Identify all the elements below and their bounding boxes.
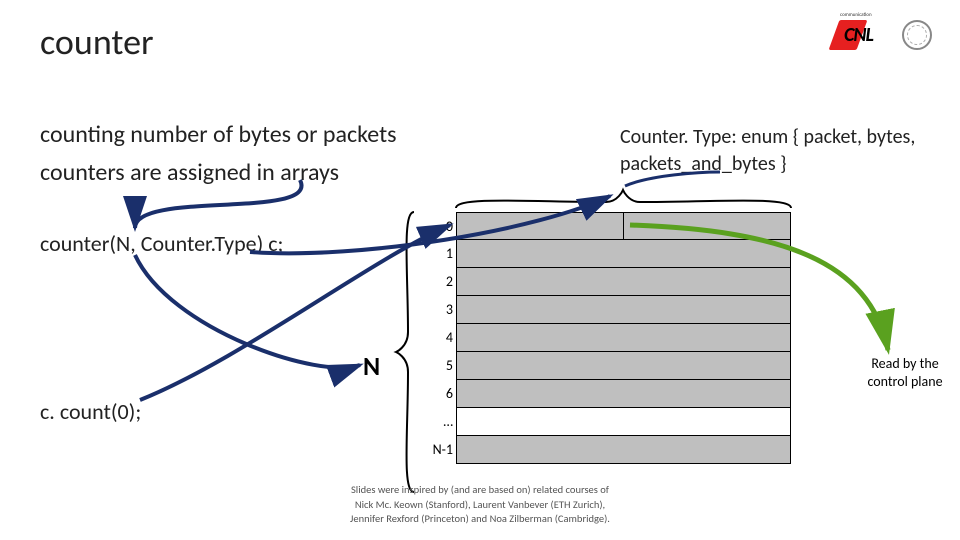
array-index-2: 2	[429, 273, 453, 290]
width-brace	[456, 188, 791, 210]
array-row-3: 3	[456, 296, 791, 324]
array-row-4: 4	[456, 324, 791, 352]
n-brace	[394, 212, 416, 492]
read-by-control-plane-label: Read by the control plane	[850, 355, 960, 391]
array-index-5: 5	[429, 357, 453, 374]
enum-definition: Counter. Type: enum { packet, bytes, pac…	[620, 124, 930, 178]
footer-line-2: Nick Mc. Keown (Stanford), Laurent Vanbe…	[0, 498, 960, 512]
array-index-4: 4	[429, 329, 453, 346]
array-row-2: 2	[456, 268, 791, 296]
counter-declaration: counter(N, Counter.Type) c;	[40, 230, 283, 257]
array-row-1: 1	[456, 240, 791, 268]
n-brace-svg	[394, 212, 416, 492]
counter-array-diagram: 0 1 2 3 4 5 6 … N-1	[456, 212, 791, 464]
subtitle-bytes-packets: counting number of bytes or packets	[40, 120, 397, 149]
seal-logo-inner	[907, 25, 927, 45]
array-index-1: 1	[429, 245, 453, 262]
array-row-last: N-1	[456, 436, 791, 464]
cnl-logo-text: CNL	[844, 23, 873, 47]
n-size-label: N	[363, 350, 380, 382]
seal-logo	[902, 20, 932, 50]
logo-area: communication CNL	[834, 20, 932, 50]
arrow-arrays-to-decl	[135, 180, 302, 228]
footer-line-1: Slides were inspired by (and are based o…	[0, 483, 960, 497]
slide-footer: Slides were inspired by (and are based o…	[0, 483, 960, 526]
cnl-logo-super: communication	[840, 12, 872, 18]
cnl-logo: communication CNL	[834, 20, 892, 50]
array-row-ellipsis: …	[456, 408, 791, 436]
array-index-0: 0	[429, 218, 453, 235]
slide-title: counter	[40, 20, 154, 64]
arrow-n-to-brace	[135, 255, 360, 368]
array-row-6: 6	[456, 380, 791, 408]
count-invocation: c. count(0);	[40, 398, 141, 425]
array-index-6: 6	[429, 385, 453, 402]
array-index-3: 3	[429, 301, 453, 318]
array-row-5: 5	[456, 352, 791, 380]
subtitle-arrays: counters are assigned in arrays	[40, 158, 339, 187]
width-brace-svg	[456, 188, 791, 210]
array-row-0: 0	[456, 212, 791, 240]
footer-line-3: Jennifer Rexford (Princeton) and Noa Zil…	[0, 512, 960, 526]
array-index-last: N-1	[419, 441, 453, 458]
array-index-ellipsis: …	[429, 413, 453, 430]
